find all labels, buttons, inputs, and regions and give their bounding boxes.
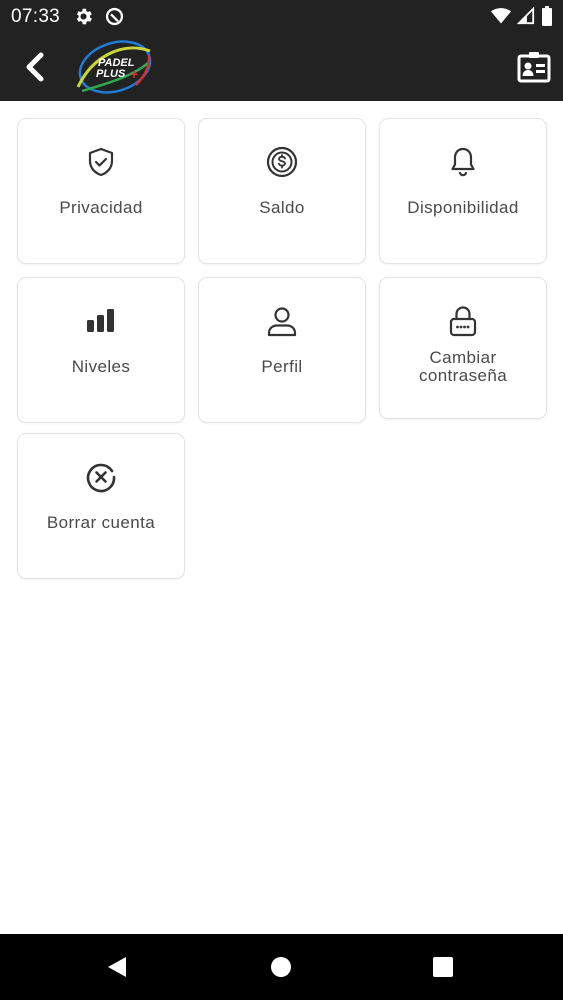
signal-icon bbox=[516, 6, 535, 30]
nav-recents-button[interactable] bbox=[430, 954, 456, 980]
tile-cambiar-contrasena[interactable]: Cambiar contraseña bbox=[379, 277, 547, 419]
tile-label: Niveles bbox=[71, 357, 131, 376]
tile-label: Borrar cuenta bbox=[46, 513, 156, 532]
tile-perfil[interactable]: Perfil bbox=[198, 277, 366, 423]
user-icon bbox=[267, 307, 297, 337]
status-right-icons bbox=[491, 6, 553, 31]
tile-saldo[interactable]: Saldo bbox=[198, 118, 366, 264]
data-saver-icon bbox=[104, 6, 125, 32]
back-triangle-icon bbox=[108, 957, 126, 977]
status-bar: 07:33 bbox=[0, 0, 563, 34]
back-button[interactable] bbox=[18, 50, 52, 84]
nav-back-button[interactable] bbox=[104, 954, 130, 980]
tile-disponibilidad[interactable]: Disponibilidad bbox=[379, 118, 547, 264]
svg-text:PLUS: PLUS bbox=[96, 68, 126, 80]
contact-card-icon bbox=[517, 52, 551, 83]
system-nav-bar bbox=[0, 934, 563, 1000]
tile-niveles[interactable]: Niveles bbox=[17, 277, 185, 423]
nav-home-button[interactable] bbox=[268, 954, 294, 980]
tile-label: Disponibilidad bbox=[407, 198, 519, 217]
padel-plus-logo: PADEL PLUS + bbox=[72, 37, 154, 97]
contact-card-button[interactable] bbox=[516, 50, 552, 84]
status-left-icons bbox=[73, 6, 125, 32]
tile-label: Cambiar contraseña bbox=[418, 348, 508, 385]
home-circle-icon bbox=[271, 957, 291, 977]
recents-square-icon bbox=[433, 957, 453, 977]
close-circle-icon bbox=[86, 463, 116, 493]
chevron-left-icon bbox=[26, 52, 44, 82]
wifi-icon bbox=[491, 7, 511, 30]
dollar-coin-icon bbox=[266, 146, 298, 178]
bell-icon bbox=[451, 147, 475, 177]
app-bar: PADEL PLUS + bbox=[0, 34, 563, 101]
tile-label: Privacidad bbox=[59, 198, 143, 217]
gear-icon bbox=[73, 6, 94, 32]
tile-privacidad[interactable]: Privacidad bbox=[17, 118, 185, 264]
battery-icon bbox=[541, 6, 553, 31]
svg-text:+: + bbox=[130, 66, 138, 82]
tile-borrar-cuenta[interactable]: Borrar cuenta bbox=[17, 433, 185, 579]
lock-icon bbox=[449, 306, 477, 337]
tile-label: Perfil bbox=[261, 357, 303, 376]
shield-check-icon bbox=[88, 147, 114, 177]
status-time: 07:33 bbox=[11, 6, 61, 27]
tile-label: Saldo bbox=[259, 198, 305, 217]
bar-levels-icon bbox=[87, 309, 114, 332]
